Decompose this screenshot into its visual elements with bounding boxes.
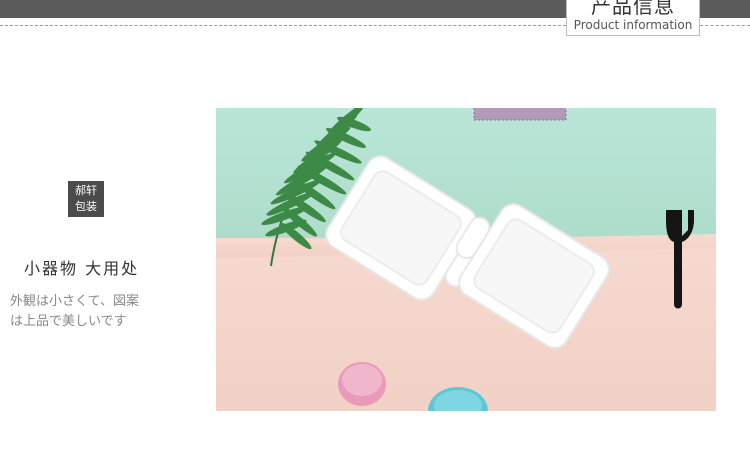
brand-badge: 郝轩 包装 — [68, 181, 104, 217]
section-header-tab: 产品信息 Product information — [566, 0, 700, 36]
section-heading: 小器物 大用处 — [24, 259, 140, 278]
header-divider-left — [0, 25, 566, 26]
description-line-2: は上品で美しいです — [10, 314, 127, 329]
product-photo-illustration — [216, 108, 716, 411]
brand-badge-line2: 包装 — [75, 200, 97, 213]
product-photo — [216, 108, 716, 411]
brand-badge-line1: 郝轩 — [75, 184, 97, 197]
header-divider-right — [700, 25, 750, 26]
header-subtitle: Product information — [573, 18, 693, 32]
description-line-1: 外観は小さくて、図案 — [10, 294, 139, 309]
header-title: 产品信息 — [591, 0, 675, 18]
product-description: 外観は小さくて、図案 は上品で美しいです — [10, 292, 180, 332]
patterned-card — [473, 108, 567, 121]
pink-macaron — [338, 362, 386, 406]
